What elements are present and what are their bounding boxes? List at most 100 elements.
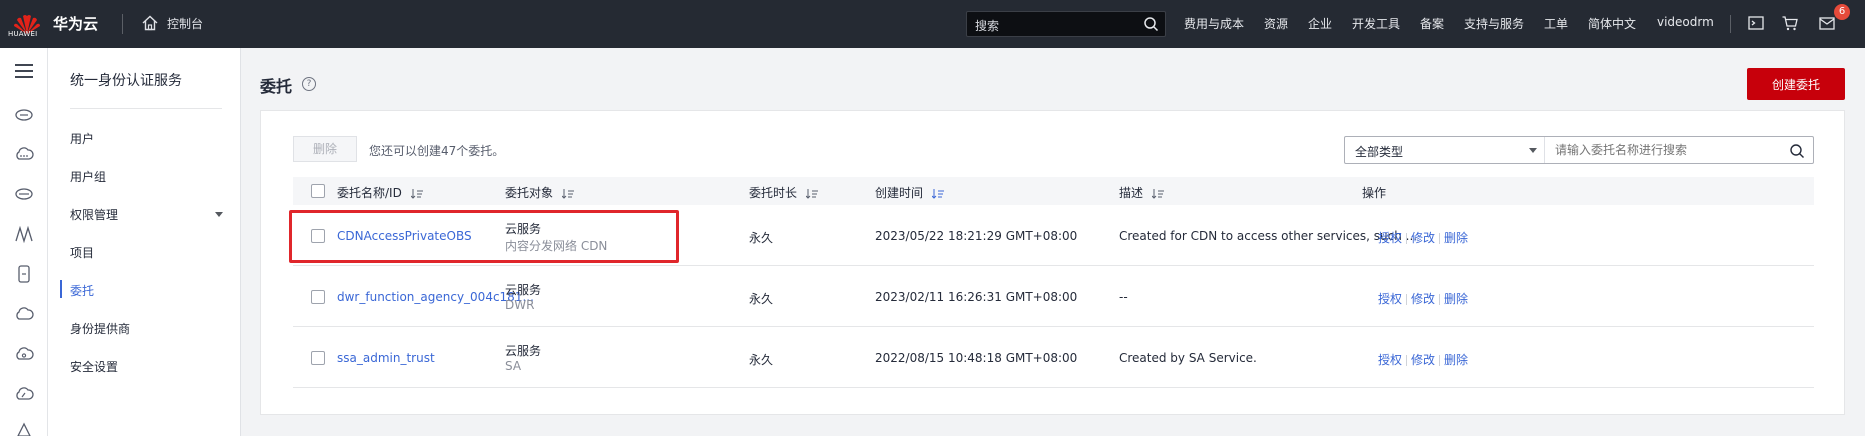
sidebar-item-permissions[interactable]: 权限管理 — [70, 206, 118, 223]
nav-enterprise[interactable]: 企业 — [1308, 15, 1332, 32]
delete-link[interactable]: 删除 — [1444, 292, 1468, 306]
chevron-down-icon — [1529, 148, 1537, 153]
help-icon[interactable]: ? — [302, 77, 316, 91]
modify-link[interactable]: 修改 — [1411, 231, 1435, 245]
cloud-cdn-icon[interactable] — [14, 384, 34, 404]
cloud-icon[interactable] — [14, 304, 34, 324]
column-header-created[interactable]: 创建时间 — [875, 184, 944, 201]
divider — [1406, 294, 1408, 305]
console-link[interactable]: 控制台 — [167, 15, 203, 32]
column-header-label: 委托对象 — [505, 186, 554, 200]
mail-icon[interactable] — [1818, 14, 1836, 32]
sort-icon[interactable] — [805, 188, 818, 199]
agency-created-time: 2023/05/22 18:21:29 GMT+08:00 — [875, 229, 1078, 243]
divider — [1439, 233, 1441, 244]
column-header-target[interactable]: 委托对象 — [505, 184, 574, 201]
highlight-box — [289, 210, 679, 263]
sidebar-title: 统一身份认证服务 — [70, 73, 182, 89]
type-select-value: 全部类型 — [1355, 145, 1404, 159]
row-checkbox[interactable] — [311, 290, 325, 304]
service-icon-rail — [0, 48, 48, 436]
column-header-label: 委托名称/ID — [337, 186, 402, 200]
menu-icon[interactable] — [13, 62, 35, 80]
cloud-server-icon[interactable] — [14, 104, 34, 124]
table-row: dwr_function_agency_004c181... 云服务 DWR 永… — [293, 266, 1814, 327]
agency-name-link[interactable]: ssa_admin_trust — [337, 351, 435, 365]
quota-hint: 您还可以创建47个委托。 — [369, 144, 505, 158]
home-icon[interactable] — [141, 14, 159, 32]
delete-link[interactable]: 删除 — [1444, 353, 1468, 367]
sidebar-item-agencies[interactable]: 委托 — [70, 282, 94, 299]
nav-tickets[interactable]: 工单 — [1544, 15, 1568, 32]
agency-target-service: DWR — [505, 298, 535, 312]
agency-duration: 永久 — [749, 353, 774, 367]
table-row: ssa_admin_trust 云服务 SA 永久 2022/08/15 10:… — [293, 327, 1814, 388]
agency-description: Created for CDN to access other services… — [1119, 229, 1418, 243]
database-icon[interactable] — [14, 184, 34, 204]
search-placeholder: 搜索 — [975, 19, 1000, 33]
sort-icon[interactable] — [410, 188, 423, 199]
row-actions: 授权 修改 删除 — [1378, 290, 1468, 307]
network-icon[interactable] — [14, 224, 34, 244]
terminal-icon[interactable] — [1747, 14, 1765, 32]
sort-icon[interactable] — [561, 188, 574, 199]
sort-active-icon[interactable] — [931, 188, 944, 199]
row-checkbox[interactable] — [311, 351, 325, 365]
select-all-checkbox[interactable] — [311, 184, 325, 198]
account-name[interactable]: videodrm — [1657, 15, 1714, 29]
row-actions: 授权 修改 删除 — [1378, 229, 1468, 246]
column-header-label: 委托时长 — [749, 186, 798, 200]
sidebar-item-projects[interactable]: 项目 — [70, 244, 94, 261]
divider — [1439, 294, 1441, 305]
language-selector[interactable]: 简体中文 — [1588, 15, 1636, 32]
agency-created-time: 2022/08/15 10:48:18 GMT+08:00 — [875, 351, 1078, 365]
authorize-link[interactable]: 授权 — [1378, 353, 1402, 367]
message-count-badge: 6 — [1834, 4, 1850, 20]
sidebar-item-security-settings[interactable]: 安全设置 — [70, 358, 118, 375]
nav-filing[interactable]: 备案 — [1420, 15, 1444, 32]
agency-target: 云服务 — [505, 344, 542, 358]
agency-description: -- — [1119, 290, 1128, 304]
iam-sidebar: 统一身份认证服务 用户 用户组 权限管理 项目 委托 身份提供商 安全设置 — [48, 48, 241, 436]
authorize-link[interactable]: 授权 — [1378, 292, 1402, 306]
cloud-compute-icon[interactable] — [14, 144, 34, 164]
sidebar-item-identity-providers[interactable]: 身份提供商 — [70, 320, 130, 337]
agency-created-time: 2023/02/11 16:26:31 GMT+08:00 — [875, 290, 1078, 304]
more-icon[interactable] — [14, 420, 34, 436]
divider — [1439, 355, 1441, 366]
nav-support[interactable]: 支持与服务 — [1464, 15, 1524, 32]
nav-cost[interactable]: 费用与成本 — [1184, 15, 1244, 32]
column-header-description[interactable]: 描述 — [1119, 184, 1164, 201]
divider — [1406, 233, 1408, 244]
type-select[interactable]: 全部类型 — [1345, 137, 1545, 163]
agency-target-service: SA — [505, 359, 522, 373]
search-icon[interactable] — [1143, 16, 1159, 32]
chevron-down-icon[interactable] — [215, 212, 223, 217]
sidebar-item-user-groups[interactable]: 用户组 — [70, 168, 106, 185]
agency-duration: 永久 — [749, 292, 774, 306]
agency-search-input[interactable] — [1555, 143, 1775, 157]
mobile-icon[interactable] — [14, 264, 34, 284]
sidebar-item-users[interactable]: 用户 — [70, 130, 94, 147]
create-agency-button[interactable]: 创建委托 — [1747, 68, 1845, 100]
brand-name[interactable]: 华为云 — [53, 13, 98, 34]
delete-link[interactable]: 删除 — [1444, 231, 1468, 245]
column-header-actions: 操作 — [1362, 186, 1387, 200]
nav-resources[interactable]: 资源 — [1264, 15, 1288, 32]
divider — [122, 14, 123, 34]
delete-button[interactable]: 删除 — [293, 136, 357, 162]
cloud-storage-icon[interactable] — [14, 344, 34, 364]
nav-devtools[interactable]: 开发工具 — [1352, 15, 1400, 32]
cart-icon[interactable] — [1781, 14, 1799, 32]
agency-duration: 永久 — [749, 231, 774, 245]
modify-link[interactable]: 修改 — [1411, 353, 1435, 367]
sort-icon[interactable] — [1151, 188, 1164, 199]
authorize-link[interactable]: 授权 — [1378, 231, 1402, 245]
agency-description: Created by SA Service. — [1119, 351, 1257, 365]
global-search-input[interactable]: 搜索 — [966, 11, 1166, 37]
search-icon[interactable] — [1789, 143, 1805, 159]
column-header-duration[interactable]: 委托时长 — [749, 184, 818, 201]
modify-link[interactable]: 修改 — [1411, 292, 1435, 306]
column-header-label: 创建时间 — [875, 186, 924, 200]
column-header-name[interactable]: 委托名称/ID — [337, 184, 423, 201]
